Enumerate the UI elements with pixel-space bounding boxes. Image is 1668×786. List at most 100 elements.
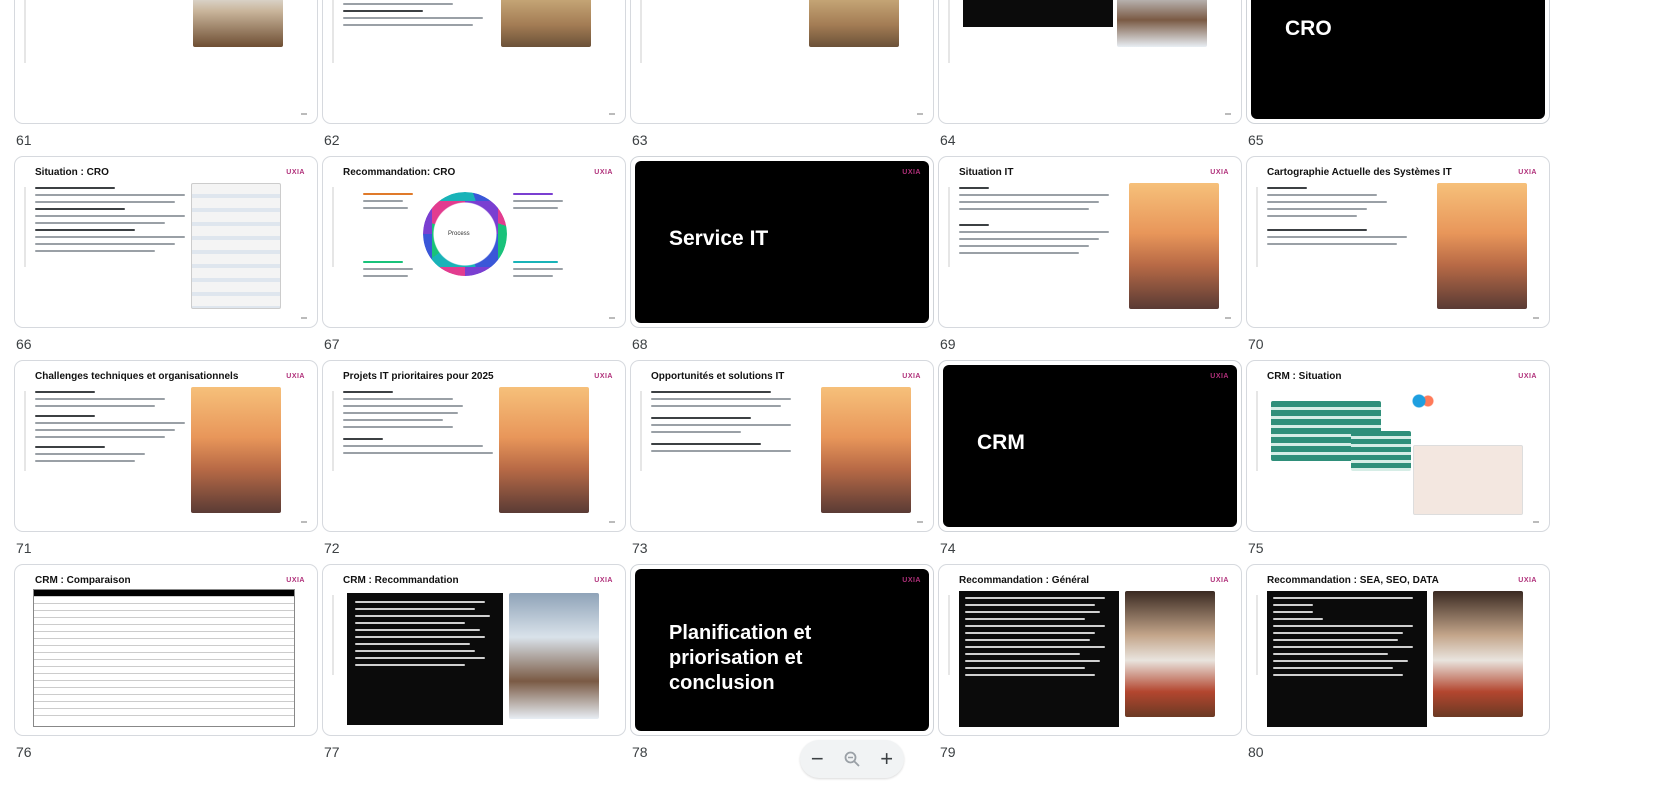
slide-text-block bbox=[343, 391, 493, 459]
plus-icon[interactable]: + bbox=[874, 746, 900, 772]
slide-thumbnail[interactable]: Recommandation : Général UXIA bbox=[938, 564, 1242, 736]
slide-side-label bbox=[329, 0, 337, 63]
slide-cell: Challenges techniques et organisationnel… bbox=[14, 360, 318, 556]
slide-side-label bbox=[637, 391, 645, 471]
slide-cell: Recommandation: CRO UXIA Process 67 bbox=[322, 156, 626, 352]
slide-number: 70 bbox=[1248, 336, 1264, 352]
left-labels bbox=[363, 193, 423, 214]
slide-thumbnail[interactable]: Opportunités et solutions IT UXIA bbox=[630, 360, 934, 532]
sleigh-horses-photo bbox=[193, 0, 283, 47]
slide-thumbnail[interactable] bbox=[14, 0, 318, 124]
brand-logo: UXIA bbox=[902, 577, 921, 584]
slide-cell: CRM : Situation UXIA 75 bbox=[1246, 360, 1550, 556]
slide-cell: UXIA Planification et priorisation et co… bbox=[630, 564, 934, 760]
section-title: Service IT bbox=[669, 227, 769, 250]
dark-text-panel bbox=[963, 0, 1113, 27]
slide-thumbnail[interactable]: CRM : Situation UXIA bbox=[1246, 360, 1550, 532]
brand-logo: UXIA bbox=[1518, 169, 1537, 176]
slide-thumbnail[interactable]: Recommandation: CRO UXIA Process bbox=[322, 156, 626, 328]
slide-number: 71 bbox=[16, 540, 32, 556]
right-labels bbox=[513, 193, 573, 214]
slide-number: 61 bbox=[16, 132, 32, 148]
slide-thumbnail[interactable]: UXIA Service IT bbox=[630, 156, 934, 328]
slide-thumbnail[interactable]: CRO bbox=[1246, 0, 1550, 124]
slide-number: 67 bbox=[324, 336, 340, 352]
slide-cell: Projets IT prioritaires pour 2025 UXIA 7… bbox=[322, 360, 626, 556]
slide-cell: 62 bbox=[322, 0, 626, 148]
dark-text-panel bbox=[959, 591, 1119, 727]
slide-thumbnail[interactable]: Challenges techniques et organisationnel… bbox=[14, 360, 318, 532]
slide-text-block bbox=[1267, 187, 1417, 250]
slide-side-label bbox=[945, 0, 953, 63]
slide-cell: CRM : Recommandation UXIA 77 bbox=[322, 564, 626, 760]
document-screenshot bbox=[191, 183, 281, 309]
sunset-photo bbox=[1129, 183, 1219, 309]
salesforce-hubspot-logos bbox=[1407, 393, 1437, 409]
slide-side-label bbox=[1253, 595, 1261, 675]
slide-number: 69 bbox=[940, 336, 956, 352]
zoom-controls: − + bbox=[800, 740, 904, 778]
terrace-photo bbox=[809, 0, 899, 47]
slide-text-block bbox=[651, 391, 801, 457]
slide-title: Challenges techniques et organisationnel… bbox=[35, 371, 239, 382]
slide-thumbnail[interactable]: Recommandation : SEA, SEO, DATA UXIA bbox=[1246, 564, 1550, 736]
slide-title: CRM : Recommandation bbox=[343, 575, 459, 586]
slide-thumbnail[interactable]: UXIA Planification et priorisation et co… bbox=[630, 564, 934, 736]
slide-number: 77 bbox=[324, 744, 340, 760]
slide-thumbnail[interactable] bbox=[322, 0, 626, 124]
slide-thumbnail[interactable]: Cartographie Actuelle des Systèmes IT UX… bbox=[1246, 156, 1550, 328]
slide-thumbnail[interactable] bbox=[938, 0, 1242, 124]
slide-cell: Opportunités et solutions IT UXIA 73 bbox=[630, 360, 934, 556]
slide-thumbnail[interactable]: CRM : Recommandation UXIA bbox=[322, 564, 626, 736]
brand-logo: UXIA bbox=[1210, 169, 1229, 176]
slide-cell: UXIA Service IT 68 bbox=[630, 156, 934, 352]
right-bottom-labels bbox=[513, 261, 573, 282]
slide-cell: Recommandation : SEA, SEO, DATA UXIA 80 bbox=[1246, 564, 1550, 760]
brand-logo: UXIA bbox=[594, 373, 613, 380]
slide-thumbnail[interactable]: UXIA CRM bbox=[938, 360, 1242, 532]
section-title: CRO bbox=[1285, 17, 1332, 40]
slide-text-block bbox=[35, 391, 185, 467]
slide-title: Recommandation : SEA, SEO, DATA bbox=[1267, 575, 1439, 586]
slide-title: CRM : Situation bbox=[1267, 371, 1342, 382]
sunset-photo bbox=[821, 387, 911, 513]
slide-side-label bbox=[21, 391, 29, 471]
slide-side-label bbox=[329, 187, 337, 267]
chalet-photo bbox=[509, 593, 599, 719]
slide-title: Projets IT prioritaires pour 2025 bbox=[343, 371, 494, 382]
slide-title: Opportunités et solutions IT bbox=[651, 371, 785, 382]
slide-number: 78 bbox=[632, 744, 648, 760]
slide-side-label bbox=[1253, 187, 1261, 267]
brand-logo: UXIA bbox=[1518, 373, 1537, 380]
slide-side-label bbox=[329, 595, 337, 675]
slide-cell: Situation : CRO UXIA 66 bbox=[14, 156, 318, 352]
left-bottom-labels bbox=[363, 261, 423, 282]
slide-cell: Situation IT UXIA 69 bbox=[938, 156, 1242, 352]
chalet-photo bbox=[1117, 0, 1207, 47]
slide-side-label bbox=[21, 187, 29, 267]
zoom-out-magnifier-icon[interactable] bbox=[839, 746, 865, 772]
slide-number: 68 bbox=[632, 336, 648, 352]
slide-thumbnail[interactable]: Situation IT UXIA bbox=[938, 156, 1242, 328]
slide-thumbnail[interactable]: CRM : Comparaison UXIA bbox=[14, 564, 318, 736]
spreadsheet-screenshot-2 bbox=[1351, 431, 1411, 471]
slide-title: CRM : Comparaison bbox=[35, 575, 131, 586]
slide-cell: 61 bbox=[14, 0, 318, 148]
minus-icon[interactable]: − bbox=[804, 746, 830, 772]
slide-title: Recommandation : Général bbox=[959, 575, 1090, 586]
comparison-table bbox=[33, 589, 295, 727]
brand-logo: UXIA bbox=[286, 169, 305, 176]
chef-photo bbox=[1433, 591, 1523, 717]
slide-number: 79 bbox=[940, 744, 956, 760]
slide-thumbnail[interactable] bbox=[630, 0, 934, 124]
slide-cell: 64 bbox=[938, 0, 1242, 148]
slide-thumbnail[interactable]: Situation : CRO UXIA bbox=[14, 156, 318, 328]
sunset-photo bbox=[1437, 183, 1527, 309]
brand-logo: UXIA bbox=[1518, 577, 1537, 584]
section-slide: UXIA Planification et priorisation et co… bbox=[635, 569, 929, 731]
section-title: Planification et priorisation et conclus… bbox=[669, 622, 812, 694]
slide-thumbnail[interactable]: Projets IT prioritaires pour 2025 UXIA bbox=[322, 360, 626, 532]
brand-logo: UXIA bbox=[902, 169, 921, 176]
section-slide: CRO bbox=[1251, 0, 1545, 119]
slide-number: 63 bbox=[632, 132, 648, 148]
